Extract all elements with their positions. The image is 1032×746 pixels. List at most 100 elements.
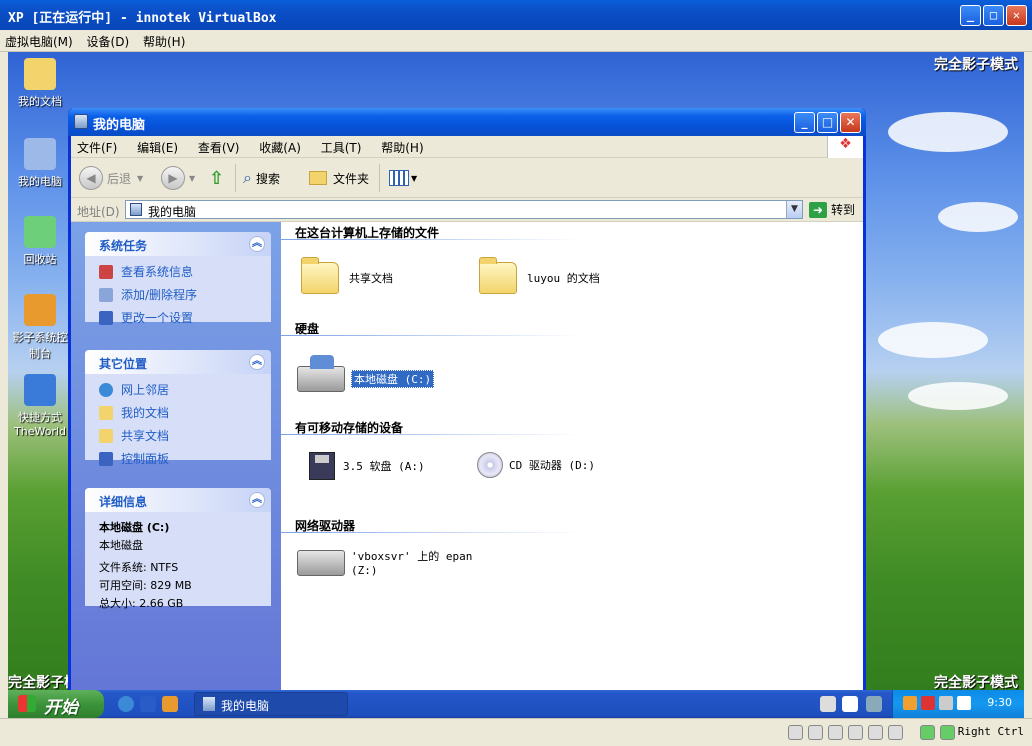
menu-help[interactable]: 帮助(H) bbox=[138, 30, 190, 53]
address-input[interactable]: 我的电脑 ▼ bbox=[125, 200, 803, 219]
folder-icon bbox=[479, 257, 517, 294]
place-my-documents[interactable]: 我的文档 bbox=[85, 401, 271, 424]
network-status-icon[interactable] bbox=[848, 725, 863, 740]
item-floppy[interactable]: 3.5 软盘 (A:) bbox=[297, 452, 425, 480]
explorer-menu-bar: 文件(F) 编辑(E) 查看(V) 收藏(A) 工具(T) 帮助(H) ❖ bbox=[71, 136, 863, 158]
start-button[interactable]: 开始 bbox=[8, 690, 104, 718]
computer-icon bbox=[74, 114, 88, 129]
place-shared-documents[interactable]: 共享文档 bbox=[85, 424, 271, 447]
task-view-system-info[interactable]: 查看系统信息 bbox=[85, 260, 271, 283]
cd-status-icon[interactable] bbox=[808, 725, 823, 740]
vbox-title-bar: XP [正在运行中] - innotek VirtualBox _ □ ✕ bbox=[0, 0, 1032, 30]
shadow-mode-label: 完全影子模式 bbox=[934, 57, 1018, 73]
menu-file[interactable]: 文件(F) bbox=[71, 136, 123, 159]
explorer-maximize-button[interactable]: □ bbox=[817, 112, 838, 133]
vbox-status-bar: Right Ctrl bbox=[0, 718, 1032, 746]
tray-shield-icon[interactable] bbox=[921, 696, 935, 710]
up-button[interactable]: ⇧ bbox=[209, 166, 224, 190]
tray-volume-icon[interactable] bbox=[939, 696, 953, 710]
task-add-remove-programs[interactable]: 添加/删除程序 bbox=[85, 283, 271, 306]
explorer-window: 我的电脑 _ □ ✕ 文件(F) 编辑(E) 查看(V) 收藏(A) 工具(T)… bbox=[68, 108, 866, 705]
item-user-documents[interactable]: luyou 的文档 bbox=[479, 257, 600, 294]
address-dropdown-button[interactable]: ▼ bbox=[786, 201, 802, 218]
host-key-label: Right Ctrl bbox=[957, 725, 1024, 738]
menu-edit[interactable]: 编辑(E) bbox=[131, 136, 184, 159]
keyboard-capture-icon[interactable] bbox=[940, 725, 955, 740]
programs-icon bbox=[99, 287, 113, 302]
item-cd-drive[interactable]: CD 驱动器 (D:) bbox=[477, 452, 595, 478]
windows-flag-icon bbox=[18, 695, 36, 712]
help-icon[interactable] bbox=[842, 696, 858, 712]
collapse-icon: ︽ bbox=[249, 354, 265, 370]
ie-icon[interactable] bbox=[118, 696, 134, 712]
other-places-header[interactable]: 其它位置 ︽ bbox=[85, 350, 271, 374]
folder-icon bbox=[309, 171, 327, 185]
desktop-icon-my-documents[interactable]: 我的文档 bbox=[10, 58, 70, 109]
content-area: 在这台计算机上存储的文件 共享文档 luyou 的文档 硬盘 本地磁盘 (C:)… bbox=[281, 222, 863, 702]
maximize-button[interactable]: □ bbox=[983, 5, 1004, 26]
menu-tools[interactable]: 工具(T) bbox=[315, 136, 368, 159]
item-network-drive[interactable]: 'vboxsvr' 上的 epan (Z:) bbox=[297, 548, 472, 577]
tray-toggle-icon[interactable] bbox=[866, 696, 882, 712]
item-shared-documents[interactable]: 共享文档 bbox=[301, 257, 393, 294]
menu-view[interactable]: 查看(V) bbox=[192, 136, 246, 159]
item-local-disk[interactable]: 本地磁盘 (C:) bbox=[297, 355, 435, 392]
keyboard-icon[interactable] bbox=[820, 696, 836, 712]
shadow-icon[interactable] bbox=[162, 696, 178, 712]
hdd-status-icon[interactable] bbox=[788, 725, 803, 740]
collapse-icon: ︽ bbox=[249, 236, 265, 252]
minimize-button[interactable]: _ bbox=[960, 5, 981, 26]
tray-monitor-icon[interactable] bbox=[957, 696, 971, 710]
explorer-close-button[interactable]: ✕ bbox=[840, 112, 861, 133]
hard-disk-icon bbox=[297, 355, 345, 392]
theworld-icon[interactable] bbox=[140, 696, 156, 712]
floppy-status-icon[interactable] bbox=[828, 725, 843, 740]
go-arrow-icon: ➜ bbox=[809, 201, 827, 218]
desktop-icon-my-computer[interactable]: 我的电脑 bbox=[10, 138, 70, 189]
views-button[interactable]: ▼ bbox=[389, 166, 417, 190]
settings-icon bbox=[99, 310, 113, 325]
taskbar: 开始 我的电脑 9:30 bbox=[8, 690, 1024, 718]
network-drive-icon bbox=[297, 549, 345, 576]
explorer-title: 我的电脑 bbox=[93, 118, 146, 133]
menu-help[interactable]: 帮助(H) bbox=[375, 136, 429, 159]
vbox-menu-bar: 虚拟电脑(M) 设备(D) 帮助(H) bbox=[0, 30, 1032, 52]
back-button[interactable]: ◀ 后退 ▼ bbox=[79, 166, 143, 190]
system-tasks-box: 系统任务 ︽ 查看系统信息 添加/删除程序 更改一个设置 bbox=[85, 232, 271, 325]
menu-machine[interactable]: 虚拟电脑(M) bbox=[0, 30, 78, 53]
place-control-panel[interactable]: 控制面板 bbox=[85, 447, 271, 470]
collapse-icon: ︽ bbox=[249, 492, 265, 508]
details-free-space: 可用空间: 829 MB bbox=[99, 579, 192, 592]
close-button[interactable]: ✕ bbox=[1006, 5, 1027, 26]
folders-button[interactable]: 文件夹 bbox=[309, 166, 369, 190]
system-tasks-header[interactable]: 系统任务 ︽ bbox=[85, 232, 271, 256]
place-network[interactable]: 网上邻居 bbox=[85, 378, 271, 401]
details-header[interactable]: 详细信息 ︽ bbox=[85, 488, 271, 512]
mouse-integration-icon[interactable] bbox=[920, 725, 935, 740]
desktop-icon-shadow-console[interactable]: 影子系统控制台 bbox=[10, 294, 70, 361]
taskbar-button-my-computer[interactable]: 我的电脑 bbox=[194, 692, 348, 716]
shadow-mode-label: 完全影子模式 bbox=[934, 675, 1018, 691]
address-label: 地址(D) bbox=[77, 205, 120, 219]
other-places-box: 其它位置 ︽ 网上邻居 我的文档 共享文档 控制面板 bbox=[85, 350, 271, 466]
folder-icon bbox=[301, 257, 339, 294]
menu-devices[interactable]: 设备(D) bbox=[82, 30, 135, 53]
clock: 9:30 bbox=[987, 696, 1012, 709]
guest-desktop: 我的文档 我的电脑 回收站 影子系统控制台 快捷方式 TheWorld 完全影子… bbox=[8, 52, 1024, 718]
computer-icon bbox=[203, 697, 215, 711]
go-button[interactable]: ➜ 转到 bbox=[809, 201, 855, 218]
task-change-setting[interactable]: 更改一个设置 bbox=[85, 306, 271, 329]
explorer-minimize-button[interactable]: _ bbox=[794, 112, 815, 133]
desktop-icon-recycle-bin[interactable]: 回收站 bbox=[10, 216, 70, 267]
explorer-toolbar: ◀ 后退 ▼ ▶ ▼ ⇧ ⌕ 搜索 文件夹 ▼ bbox=[71, 158, 863, 198]
usb-status-icon[interactable] bbox=[868, 725, 883, 740]
cd-icon bbox=[477, 452, 503, 478]
search-button[interactable]: ⌕ 搜索 bbox=[243, 166, 280, 190]
tray-shadow-icon[interactable] bbox=[903, 696, 917, 710]
menu-favorites[interactable]: 收藏(A) bbox=[253, 136, 307, 159]
floppy-icon bbox=[309, 452, 335, 480]
forward-button[interactable]: ▶ ▼ bbox=[161, 166, 195, 190]
shared-folder-status-icon[interactable] bbox=[888, 725, 903, 740]
desktop-icon-theworld[interactable]: 快捷方式 TheWorld bbox=[10, 374, 70, 438]
vbox-title: XP [正在运行中] - innotek VirtualBox bbox=[8, 11, 277, 26]
